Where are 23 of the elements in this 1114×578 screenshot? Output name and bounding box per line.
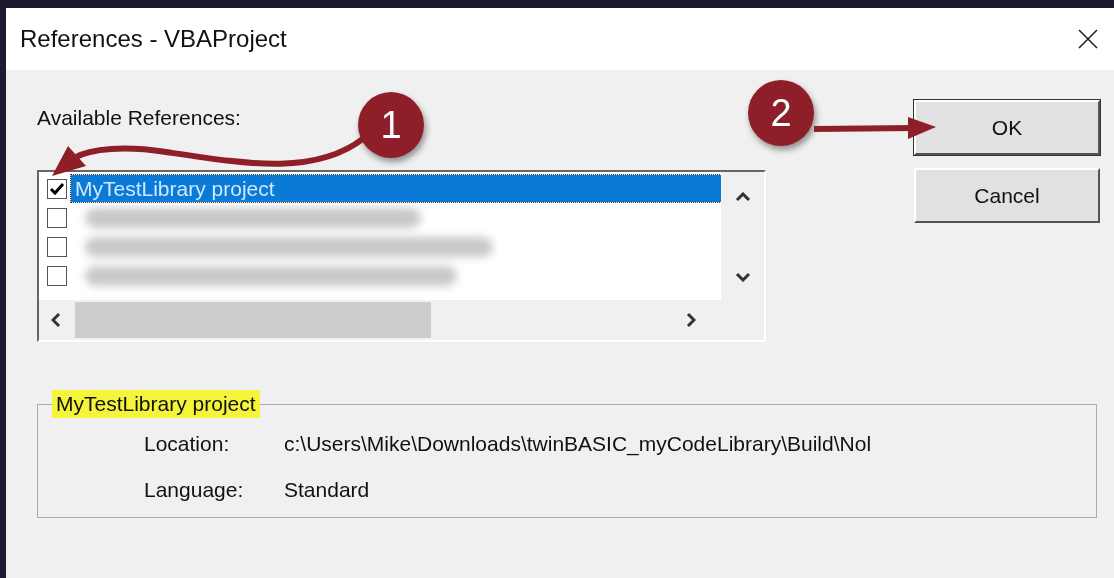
- field-label: Language:: [144, 478, 245, 502]
- group-title: MyTestLibrary project: [52, 390, 260, 418]
- close-icon[interactable]: [1078, 29, 1098, 49]
- scroll-down-icon[interactable]: [734, 272, 751, 282]
- field-label: Location:: [144, 432, 231, 456]
- window-title: References - VBAProject: [20, 25, 287, 53]
- checkbox[interactable]: [47, 178, 67, 199]
- step-badge: 2: [748, 80, 814, 146]
- checkbox[interactable]: [47, 265, 67, 286]
- field-value: c:\Users\Mike\Downloads\twinBASIC_myCodeLibrary\Build\Nol: [284, 432, 873, 456]
- scroll-up-icon[interactable]: [734, 192, 751, 202]
- scroll-left-icon[interactable]: [51, 312, 61, 328]
- ok-button[interactable]: OK: [914, 100, 1100, 155]
- step-badge: 1: [358, 92, 424, 158]
- scroll-right-icon[interactable]: [686, 312, 696, 328]
- horizontal-scrollbar[interactable]: [39, 300, 764, 340]
- cancel-button[interactable]: Cancel: [914, 168, 1100, 223]
- scroll-thumb[interactable]: [75, 302, 431, 338]
- checkbox[interactable]: [47, 207, 67, 228]
- checkbox[interactable]: [47, 236, 67, 257]
- vertical-scrollbar[interactable]: [721, 172, 764, 300]
- field-value: Standard: [284, 478, 371, 502]
- available-references-label: Available References:: [37, 106, 241, 131]
